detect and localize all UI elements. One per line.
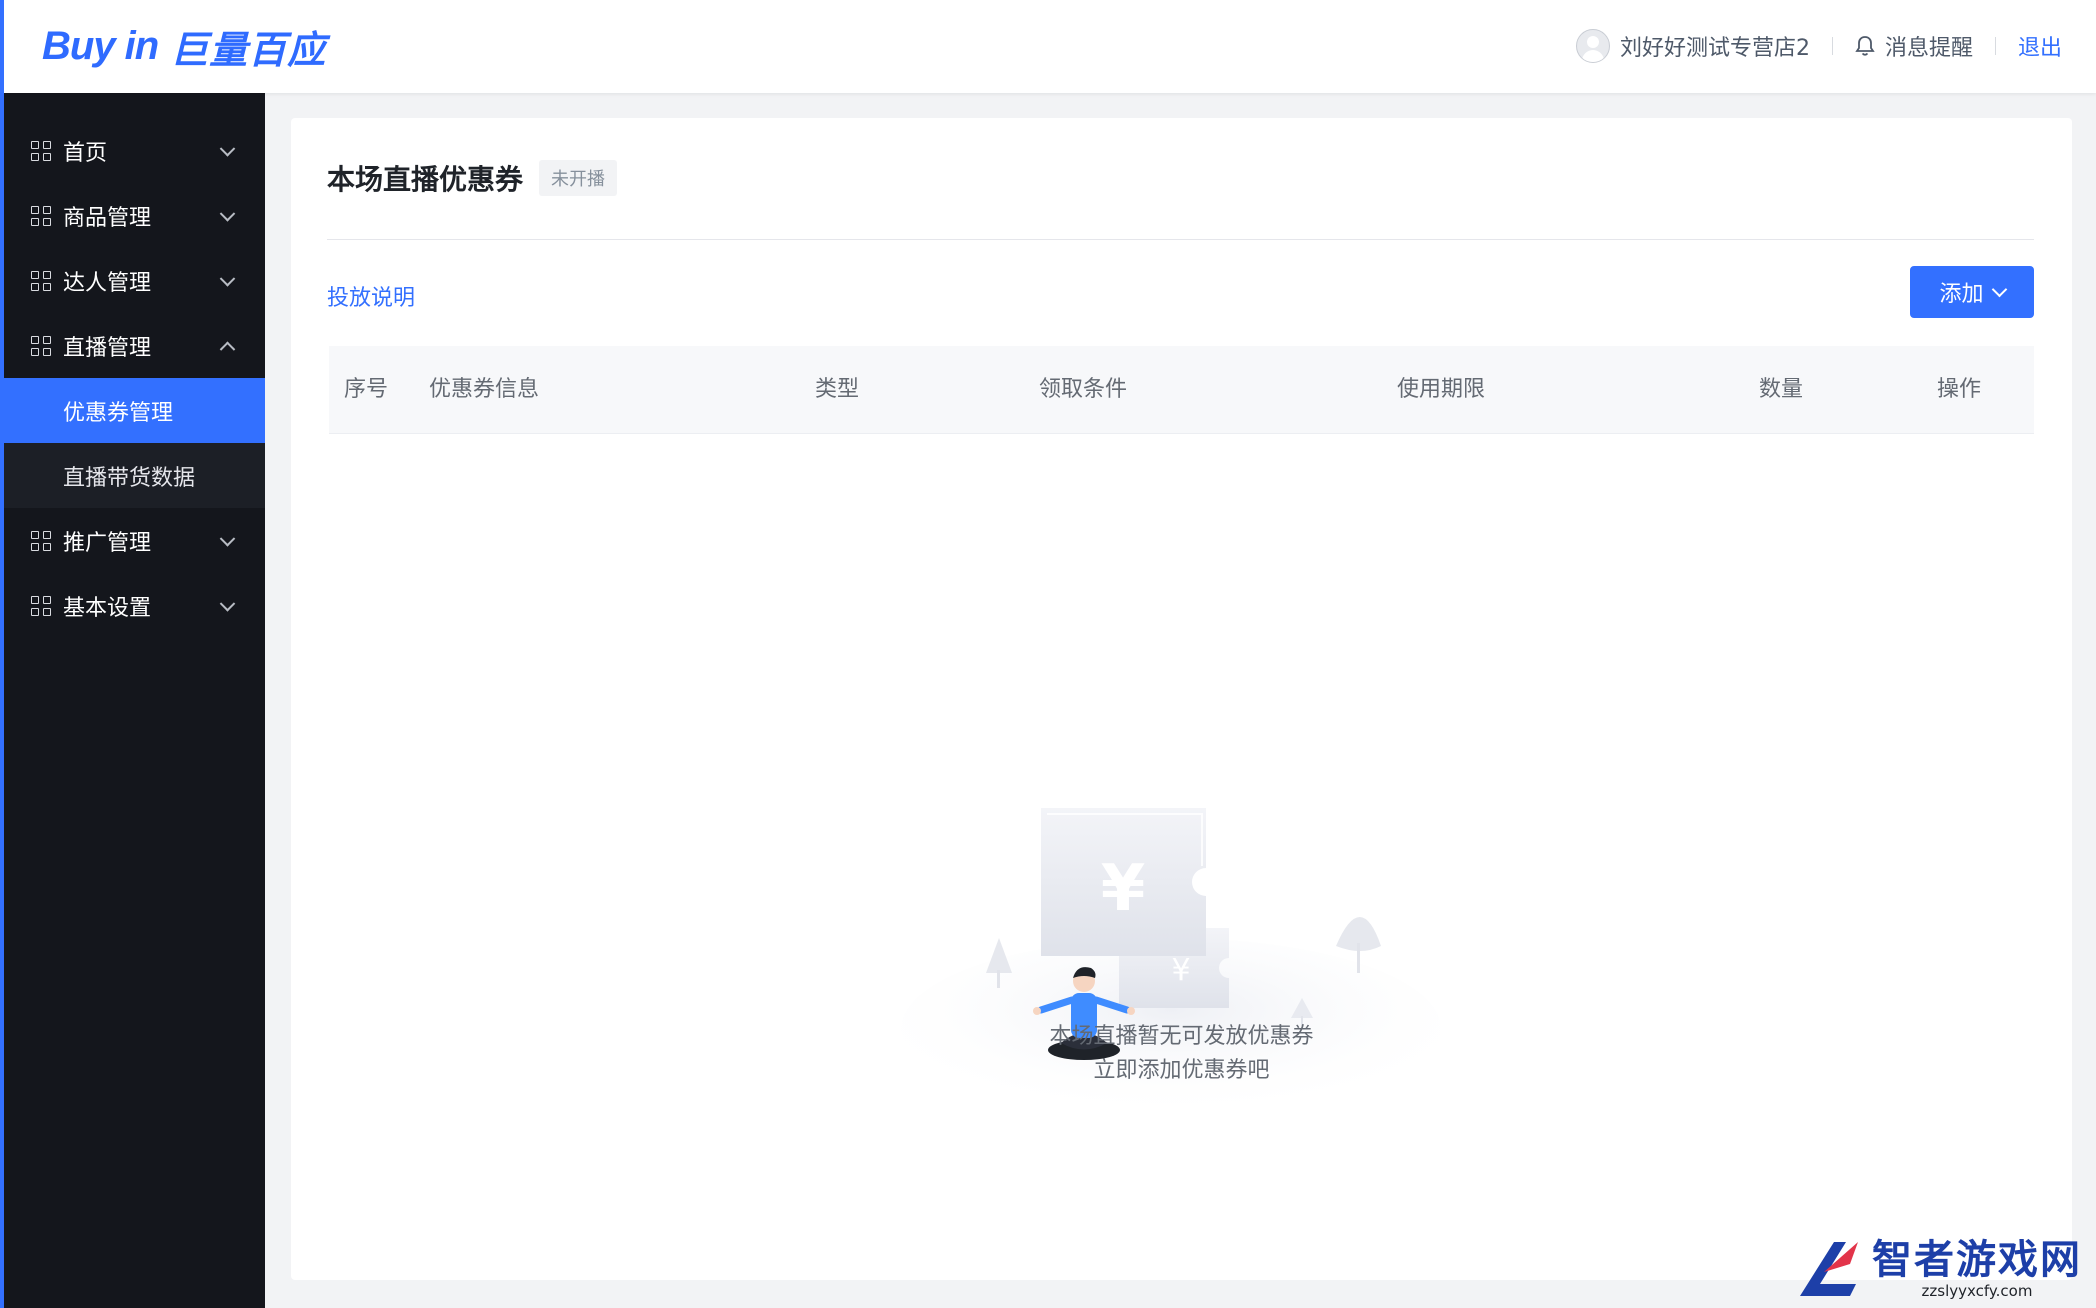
grid-icon [31, 335, 51, 356]
grid-icon [31, 270, 51, 291]
sidebar-item-live[interactable]: 直播管理 [4, 313, 265, 378]
app-root: Buy in 巨量百应 刘好好测试专营店2 消息提醒 退出 首页 商品管理 达人… [0, 0, 2096, 1308]
column-header-coupon-info: 优惠券信息 [429, 377, 540, 402]
window-edge [0, 0, 4, 1308]
column-header-index: 序号 [344, 377, 389, 402]
svg-text:¥: ¥ [1171, 953, 1190, 988]
empty-state-line1: 本场直播暂无可发放优惠券 [1049, 1024, 1314, 1049]
column-header-actions: 操作 [1937, 377, 1982, 402]
notifications-label: 消息提醒 [1884, 36, 1973, 61]
grid-icon [31, 595, 51, 616]
column-header-validity: 使用期限 [1397, 377, 1486, 402]
sidebar-item-settings[interactable]: 基本设置 [4, 573, 265, 638]
sidebar-submenu-live: 优惠券管理 直播带货数据 [4, 378, 265, 508]
sidebar-item-coupons[interactable]: 优惠券管理 [4, 378, 265, 443]
sidebar-item-label: 推广管理 [63, 530, 152, 556]
grid-icon [31, 530, 51, 551]
logo-text-cn: 巨量百应 [170, 27, 327, 72]
svg-text:¥: ¥ [1101, 852, 1146, 926]
title-row: 本场直播优惠券 未开播 [327, 158, 618, 198]
sidebar-item-influencers[interactable]: 达人管理 [4, 248, 265, 313]
sidebar-item-products[interactable]: 商品管理 [4, 183, 265, 248]
table-header: 序号 优惠券信息 类型 领取条件 使用期限 数量 操作 [329, 346, 2034, 434]
add-button-label: 添加 [1939, 282, 1984, 307]
sidebar-item-live-sales-data[interactable]: 直播带货数据 [4, 443, 265, 508]
add-button[interactable]: 添加 [1910, 266, 2034, 318]
chevron-down-icon [219, 205, 236, 222]
sidebar-item-label: 直播管理 [63, 335, 152, 361]
chevron-up-icon [219, 341, 236, 357]
watermark-text: 智者游戏网 zzslyyxcfy.com [1872, 1238, 2082, 1300]
empty-state-line2: 立即添加优惠券吧 [1093, 1058, 1270, 1083]
header-actions: 刘好好测试专营店2 消息提醒 退出 [1554, 26, 2062, 66]
bell-icon [1855, 36, 1875, 56]
chevron-down-icon [1991, 281, 2007, 297]
instructions-link[interactable]: 投放说明 [327, 280, 415, 312]
avatar [1575, 29, 1610, 63]
column-header-claim-condition: 领取条件 [1039, 377, 1128, 402]
chevron-down-icon [219, 595, 236, 612]
divider [327, 239, 2034, 240]
notifications-button[interactable]: 消息提醒 [1833, 30, 1995, 62]
watermark-logo-icon [1800, 1242, 1858, 1296]
column-header-type: 类型 [815, 377, 860, 402]
chevron-down-icon [219, 530, 236, 547]
chevron-down-icon [219, 270, 236, 287]
logo-text-en: Buy in [42, 23, 159, 68]
chevron-down-icon [219, 140, 236, 157]
logout-link[interactable]: 退出 [1996, 30, 2062, 62]
status-badge: 未开播 [539, 160, 618, 196]
sidebar-item-label: 基本设置 [63, 595, 152, 621]
page-title: 本场直播优惠券 [327, 163, 524, 196]
top-header: Buy in 巨量百应 刘好好测试专营店2 消息提醒 退出 [0, 0, 2096, 93]
sidebar: 首页 商品管理 达人管理 直播管理 优惠券管理 直播带货数据 推广管理 基本设置 [4, 93, 265, 1308]
column-header-quantity: 数量 [1759, 377, 1804, 402]
sidebar-item-home[interactable]: 首页 [4, 118, 265, 183]
empty-state-message: 本场直播暂无可发放优惠券 立即添加优惠券吧 [291, 1020, 2072, 1088]
grid-icon [31, 205, 51, 226]
sidebar-item-label: 商品管理 [63, 205, 152, 231]
grid-icon [31, 140, 51, 161]
watermark-url: zzslyyxcfy.com [1921, 1282, 2033, 1300]
shop-name: 刘好好测试专营店2 [1619, 36, 1810, 61]
watermark: 智者游戏网 zzslyyxcfy.com [1794, 1236, 2082, 1302]
watermark-title: 智者游戏网 [1872, 1237, 2082, 1283]
sidebar-item-label: 达人管理 [63, 270, 152, 296]
account-menu[interactable]: 刘好好测试专营店2 [1554, 29, 1832, 63]
sidebar-item-label: 首页 [63, 140, 108, 166]
sidebar-item-promotion[interactable]: 推广管理 [4, 508, 265, 573]
brand-logo[interactable]: Buy in 巨量百应 [42, 18, 326, 74]
content-card: 本场直播优惠券 未开播 投放说明 添加 序号 优惠券信息 类型 领取条件 使用期… [291, 118, 2072, 1280]
